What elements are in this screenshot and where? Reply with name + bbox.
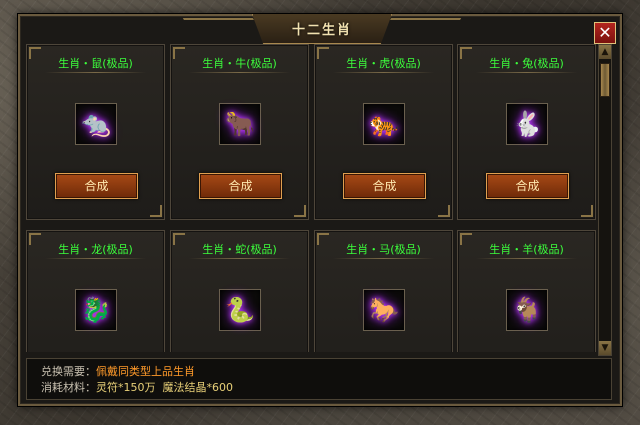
requirement-row: 兑换需要：佩戴同类型上品生肖 <box>41 364 597 380</box>
materials-label: 消耗材料： <box>41 381 96 394</box>
materials-row: 消耗材料：灵符*150万 魔法结晶*600 <box>41 380 597 396</box>
snake-figurine-icon: 🐍 <box>225 296 255 324</box>
card-divider <box>189 72 290 73</box>
zodiac-card-dragon: 生肖・龙(极品) 🐉 合成 <box>26 230 165 352</box>
synthesize-button[interactable]: 合成 <box>486 173 569 199</box>
card-title: 生肖・虎(极品) <box>346 57 421 70</box>
rat-figurine-icon: 🐀 <box>81 110 111 138</box>
zodiac-card-rat: 生肖・鼠(极品) 🐀 合成 <box>26 44 165 220</box>
card-divider <box>189 258 290 259</box>
tiger-figurine-icon: 🐅 <box>369 110 399 138</box>
card-title: 生肖・牛(极品) <box>202 57 277 70</box>
exchange-info-box: 兑换需要：佩戴同类型上品生肖 消耗材料：灵符*150万 魔法结晶*600 <box>26 358 612 400</box>
card-title: 生肖・蛇(极品) <box>202 243 277 256</box>
card-divider <box>476 258 577 259</box>
material-talisman: 灵符*150万 <box>96 381 156 394</box>
item-slot[interactable]: 🐍 <box>219 289 261 331</box>
zodiac-card-horse: 生肖・马(极品) 🐎 合成 <box>314 230 453 352</box>
scrollbar[interactable]: ▲ ▼ <box>598 44 612 356</box>
card-divider <box>45 72 146 73</box>
item-slot[interactable]: 🐉 <box>75 289 117 331</box>
title-ornament-right <box>380 18 462 36</box>
title-ornament-left <box>182 18 264 36</box>
requirement-label: 兑换需要： <box>41 365 96 378</box>
window-title: 十二生肖 <box>291 23 352 38</box>
item-slot[interactable]: 🐅 <box>363 103 405 145</box>
goat-figurine-icon: 🐐 <box>512 296 542 324</box>
card-title: 生肖・马(极品) <box>346 243 421 256</box>
horse-figurine-icon: 🐎 <box>369 296 399 324</box>
zodiac-card-goat: 生肖・羊(极品) 🐐 合成 <box>457 230 596 352</box>
zodiac-card-tiger: 生肖・虎(极品) 🐅 合成 <box>314 44 453 220</box>
item-slot[interactable]: 🐐 <box>506 289 548 331</box>
dragon-figurine-icon: 🐉 <box>81 296 111 324</box>
scroll-down-arrow-icon[interactable]: ▼ <box>599 341 611 355</box>
card-divider <box>476 72 577 73</box>
zodiac-grid: 生肖・鼠(极品) 🐀 合成 生肖・牛(极品) 🐂 合成 生肖・虎(极品) 🐅 合… <box>26 44 596 352</box>
title-plate: 十二生肖 <box>252 14 392 44</box>
rabbit-figurine-icon: 🐇 <box>512 110 542 138</box>
item-slot[interactable]: 🐀 <box>75 103 117 145</box>
card-title: 生肖・龙(极品) <box>58 243 133 256</box>
card-title: 生肖・羊(极品) <box>489 243 564 256</box>
item-slot[interactable]: 🐎 <box>363 289 405 331</box>
close-button[interactable]: ✕ <box>594 22 616 44</box>
card-divider <box>45 258 146 259</box>
zodiac-card-rabbit: 生肖・兔(极品) 🐇 合成 <box>457 44 596 220</box>
material-crystal: 魔法结晶*600 <box>162 381 234 394</box>
zodiac-card-snake: 生肖・蛇(极品) 🐍 合成 <box>170 230 309 352</box>
synthesize-button[interactable]: 合成 <box>55 173 138 199</box>
card-title: 生肖・兔(极品) <box>489 57 564 70</box>
scroll-up-arrow-icon[interactable]: ▲ <box>599 45 611 59</box>
item-slot[interactable]: 🐇 <box>506 103 548 145</box>
zodiac-card-ox: 生肖・牛(极品) 🐂 合成 <box>170 44 309 220</box>
requirement-value: 佩戴同类型上品生肖 <box>96 365 195 378</box>
card-title: 生肖・鼠(极品) <box>58 57 133 70</box>
synthesize-button[interactable]: 合成 <box>343 173 426 199</box>
scroll-thumb[interactable] <box>600 63 610 97</box>
card-divider <box>333 72 434 73</box>
card-divider <box>333 258 434 259</box>
zodiac-panel: 十二生肖 ✕ 生肖・鼠(极品) 🐀 合成 生肖・牛(极品) 🐂 合成 生肖・虎(… <box>18 14 622 406</box>
ox-figurine-icon: 🐂 <box>225 110 255 138</box>
item-slot[interactable]: 🐂 <box>219 103 261 145</box>
synthesize-button[interactable]: 合成 <box>199 173 282 199</box>
